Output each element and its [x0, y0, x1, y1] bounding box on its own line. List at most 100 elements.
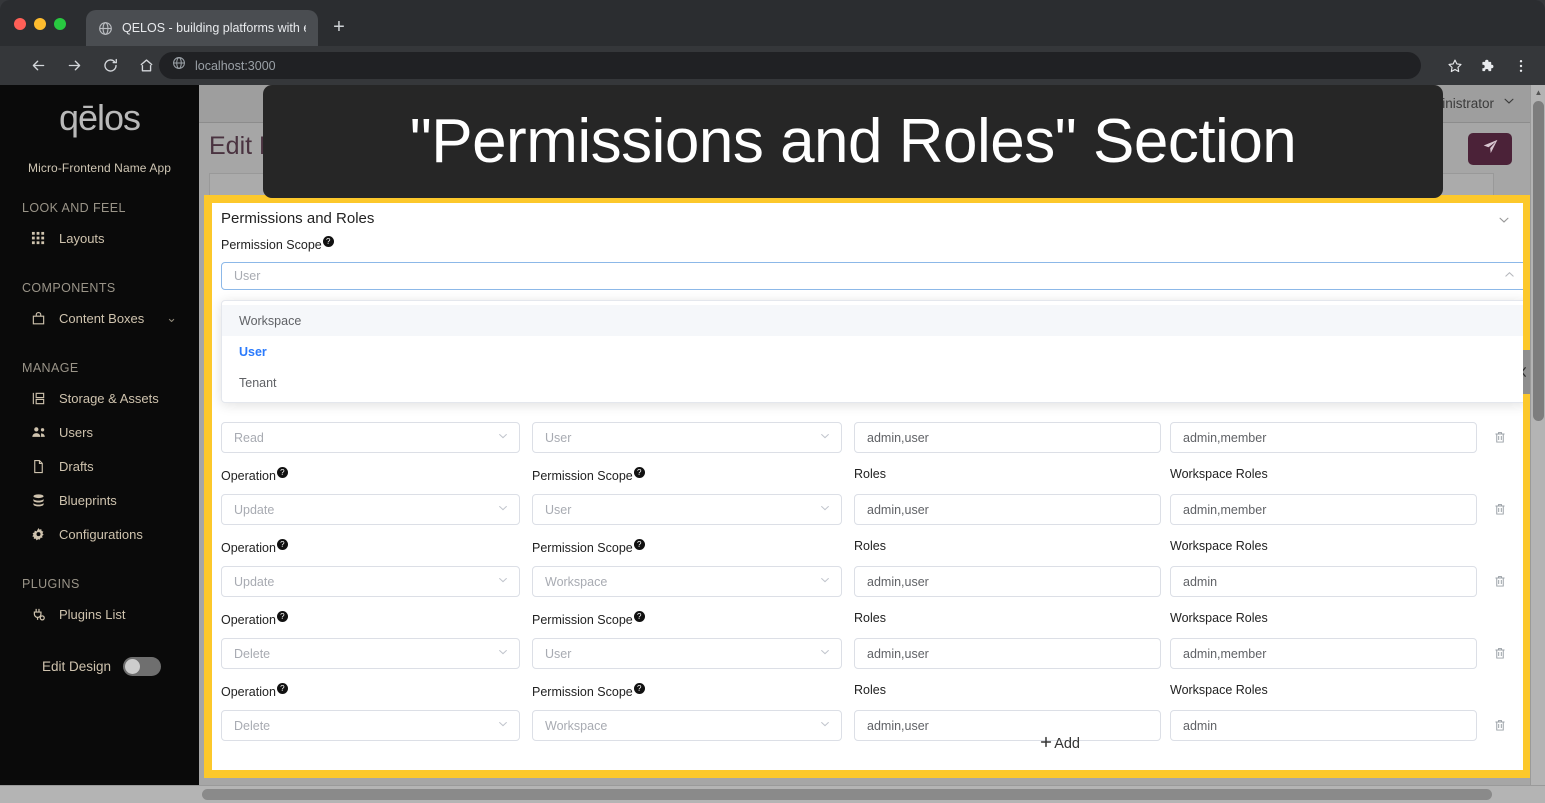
- help-icon[interactable]: ?: [633, 611, 645, 622]
- operation-select[interactable]: Delete: [221, 638, 520, 669]
- triangle-up-icon[interactable]: ▲: [1531, 85, 1545, 100]
- horizontal-scrollbar[interactable]: [0, 785, 1545, 803]
- sidebar-item-storage-assets[interactable]: Storage & Assets: [0, 381, 199, 415]
- star-icon[interactable]: [1441, 52, 1469, 80]
- chevron-down-icon[interactable]: [819, 502, 831, 517]
- permission-scope-row-select[interactable]: User: [532, 638, 842, 669]
- sidebar-item-configurations[interactable]: Configurations: [0, 517, 199, 551]
- help-icon[interactable]: ?: [276, 683, 288, 694]
- permission-scope-row-select[interactable]: User: [532, 422, 842, 453]
- sidebar-item-label: Drafts: [59, 458, 94, 474]
- add-permission-button[interactable]: Add: [1039, 735, 1080, 753]
- sidebar-item-drafts[interactable]: Drafts: [0, 449, 199, 483]
- chevron-down-icon[interactable]: [497, 502, 509, 517]
- chevron-down-icon[interactable]: [497, 646, 509, 661]
- trash-icon[interactable]: [1493, 430, 1507, 450]
- dropdown-option-user[interactable]: User: [222, 336, 1523, 367]
- sidebar-item-label: Blueprints: [59, 492, 117, 508]
- home-icon[interactable]: [131, 51, 161, 81]
- workspace-roles-input[interactable]: admin: [1170, 710, 1477, 741]
- box-icon: [30, 310, 47, 327]
- operation-select[interactable]: Update: [221, 494, 520, 525]
- chevron-up-icon[interactable]: [1503, 268, 1516, 284]
- edit-design-toggle[interactable]: [123, 657, 162, 676]
- trash-icon[interactable]: [1493, 646, 1507, 666]
- three-dots-icon[interactable]: [1507, 52, 1535, 80]
- sidebar-item-users[interactable]: Users: [0, 415, 199, 449]
- permissions-and-roles-card: Permissions and Roles Permission Scope? …: [204, 195, 1531, 778]
- chevron-down-icon[interactable]: [819, 430, 831, 445]
- address-bar[interactable]: localhost:3000: [159, 52, 1421, 79]
- permission-scope-row-select[interactable]: User: [532, 494, 842, 525]
- horizontal-scrollbar-thumb[interactable]: [202, 789, 1492, 800]
- edit-design-label: Edit Design: [42, 659, 112, 674]
- operation-select[interactable]: Delete: [221, 710, 520, 741]
- roles-input[interactable]: admin,user: [854, 494, 1161, 525]
- roles-input[interactable]: admin,user: [854, 566, 1161, 597]
- sidebar-item-layouts[interactable]: Layouts: [0, 221, 199, 255]
- permission-scope-row-label-wrap: Permission Scope?: [532, 683, 842, 701]
- permission-scope-dropdown[interactable]: Workspace User Tenant: [221, 300, 1523, 403]
- minimize-window-button[interactable]: [34, 18, 46, 30]
- dropdown-option-tenant[interactable]: Tenant: [222, 367, 1523, 398]
- sidebar-group-plugins: PLUGINS: [22, 577, 80, 591]
- help-icon[interactable]: ?: [276, 539, 288, 550]
- chevron-down-icon[interactable]: [497, 574, 509, 589]
- close-window-button[interactable]: [14, 18, 26, 30]
- roles-input[interactable]: admin,user: [854, 710, 1161, 741]
- help-icon[interactable]: ?: [322, 236, 334, 247]
- permission-scope-row-label: Permission Scope: [532, 541, 633, 556]
- vertical-scrollbar[interactable]: ▲ ▼: [1530, 85, 1545, 803]
- browser-tab[interactable]: QELOS - building platforms with e: [86, 10, 318, 46]
- operation-select[interactable]: Read: [221, 422, 520, 453]
- operation-label: Operation: [221, 613, 276, 628]
- roles-cell: Roles admin,user: [854, 539, 1161, 597]
- permission-scope-select[interactable]: User: [221, 262, 1523, 290]
- sidebar-item-blueprints[interactable]: Blueprints: [0, 483, 199, 517]
- chevron-down-icon[interactable]: [1502, 94, 1516, 113]
- roles-value: admin,user: [867, 430, 929, 445]
- workspace-roles-input[interactable]: admin,member: [1170, 494, 1477, 525]
- roles-cell: Roles admin,user: [854, 683, 1161, 741]
- new-tab-button[interactable]: +: [328, 17, 350, 39]
- roles-input[interactable]: admin,user: [854, 422, 1161, 453]
- arrow-right-icon[interactable]: [59, 51, 89, 81]
- permission-scope-row-select[interactable]: Workspace: [532, 566, 842, 597]
- vertical-scrollbar-thumb[interactable]: [1533, 101, 1544, 421]
- workspace-roles-input[interactable]: admin,member: [1170, 638, 1477, 669]
- roles-value: admin,user: [867, 646, 929, 661]
- chevron-down-icon[interactable]: [819, 718, 831, 733]
- users-icon: [30, 424, 47, 441]
- roles-input[interactable]: admin,user: [854, 638, 1161, 669]
- chevron-down-icon[interactable]: [497, 430, 509, 445]
- help-icon[interactable]: ?: [633, 467, 645, 478]
- dropdown-option-workspace[interactable]: Workspace: [222, 305, 1523, 336]
- trash-icon[interactable]: [1493, 574, 1507, 594]
- help-icon[interactable]: ?: [276, 611, 288, 622]
- help-icon[interactable]: ?: [633, 539, 645, 550]
- trash-icon[interactable]: [1493, 502, 1507, 522]
- reload-icon[interactable]: [95, 51, 125, 81]
- puzzle-icon[interactable]: [1474, 52, 1502, 80]
- chevron-down-icon[interactable]: ⌄: [166, 310, 177, 326]
- sidebar-item-content-boxes[interactable]: Content Boxes ⌄: [0, 301, 199, 335]
- chevron-down-icon[interactable]: [497, 718, 509, 733]
- help-icon[interactable]: ?: [633, 683, 645, 694]
- send-button[interactable]: [1468, 133, 1512, 165]
- workspace-roles-label: Workspace Roles: [1170, 539, 1268, 553]
- workspace-roles-cell: Workspace Roles admin,member: [1170, 395, 1477, 453]
- chevron-down-icon[interactable]: [819, 646, 831, 661]
- chevron-down-icon[interactable]: [1497, 213, 1511, 232]
- operation-label: Operation: [221, 685, 276, 700]
- workspace-roles-input[interactable]: admin: [1170, 566, 1477, 597]
- workspace-roles-input[interactable]: admin,member: [1170, 422, 1477, 453]
- trash-icon[interactable]: [1493, 718, 1507, 738]
- maximize-window-button[interactable]: [54, 18, 66, 30]
- operation-select[interactable]: Update: [221, 566, 520, 597]
- chevron-down-icon[interactable]: [819, 574, 831, 589]
- sidebar-item-plugins-list[interactable]: Plugins List: [0, 597, 199, 631]
- help-icon[interactable]: ?: [276, 467, 288, 478]
- permission-scope-row-select[interactable]: Workspace: [532, 710, 842, 741]
- arrow-left-icon[interactable]: [23, 51, 53, 81]
- permission-scope-row-label: Permission Scope: [532, 469, 633, 484]
